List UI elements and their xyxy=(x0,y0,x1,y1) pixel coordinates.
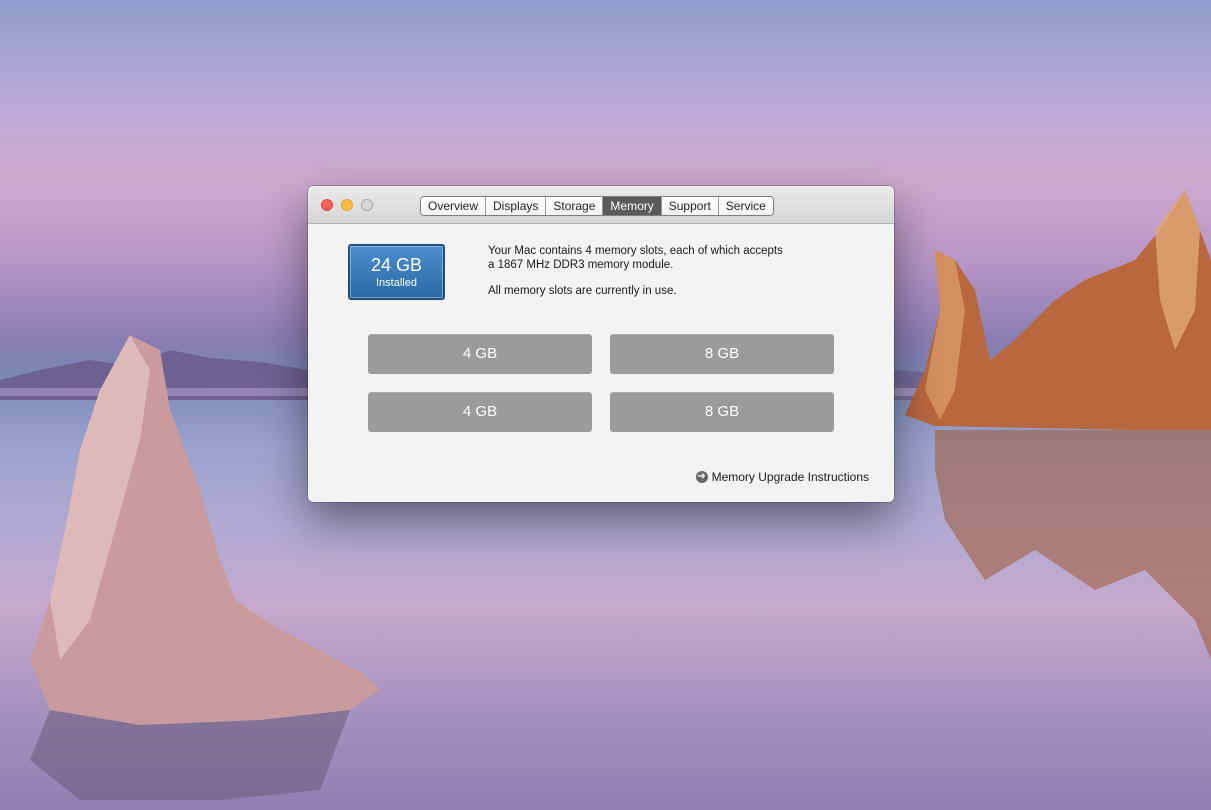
description-line-2: a 1867 MHz DDR3 memory module. xyxy=(488,259,674,271)
arrow-right-circle-icon: ➜ xyxy=(695,471,708,483)
minimize-icon[interactable] xyxy=(341,199,353,211)
about-this-mac-window: Overview Displays Storage Memory Support… xyxy=(308,186,894,502)
memory-slots-grid: 4 GB 8 GB 4 GB 8 GB xyxy=(368,334,834,432)
memory-status: All memory slots are currently in use. xyxy=(488,285,677,297)
memory-slot: 4 GB xyxy=(368,392,592,432)
tab-storage[interactable]: Storage xyxy=(546,197,604,215)
memory-upgrade-label[interactable]: Memory Upgrade Instructions xyxy=(712,470,869,484)
tufa-rocks-right xyxy=(905,190,1211,660)
memory-upgrade-link[interactable]: ➜ Memory Upgrade Instructions xyxy=(695,470,869,484)
installed-label: Installed xyxy=(376,277,417,289)
tab-support[interactable]: Support xyxy=(661,197,719,215)
description-line-1: Your Mac contains 4 memory slots, each o… xyxy=(488,245,783,257)
memory-slot: 8 GB xyxy=(610,392,834,432)
installed-memory-badge: 24 GB Installed xyxy=(348,244,445,300)
close-icon[interactable] xyxy=(321,199,333,211)
zoom-icon[interactable] xyxy=(361,199,373,211)
memory-description: Your Mac contains 4 memory slots, each o… xyxy=(488,244,818,298)
tab-bar: Overview Displays Storage Memory Support… xyxy=(420,196,774,216)
memory-slot: 4 GB xyxy=(368,334,592,374)
title-bar: Overview Displays Storage Memory Support… xyxy=(308,186,894,224)
installed-size: 24 GB xyxy=(370,255,423,275)
tab-displays[interactable]: Displays xyxy=(486,197,547,215)
memory-slot: 8 GB xyxy=(610,334,834,374)
tab-overview[interactable]: Overview xyxy=(421,197,487,215)
tab-memory[interactable]: Memory xyxy=(603,197,662,215)
tab-service[interactable]: Service xyxy=(718,197,773,215)
